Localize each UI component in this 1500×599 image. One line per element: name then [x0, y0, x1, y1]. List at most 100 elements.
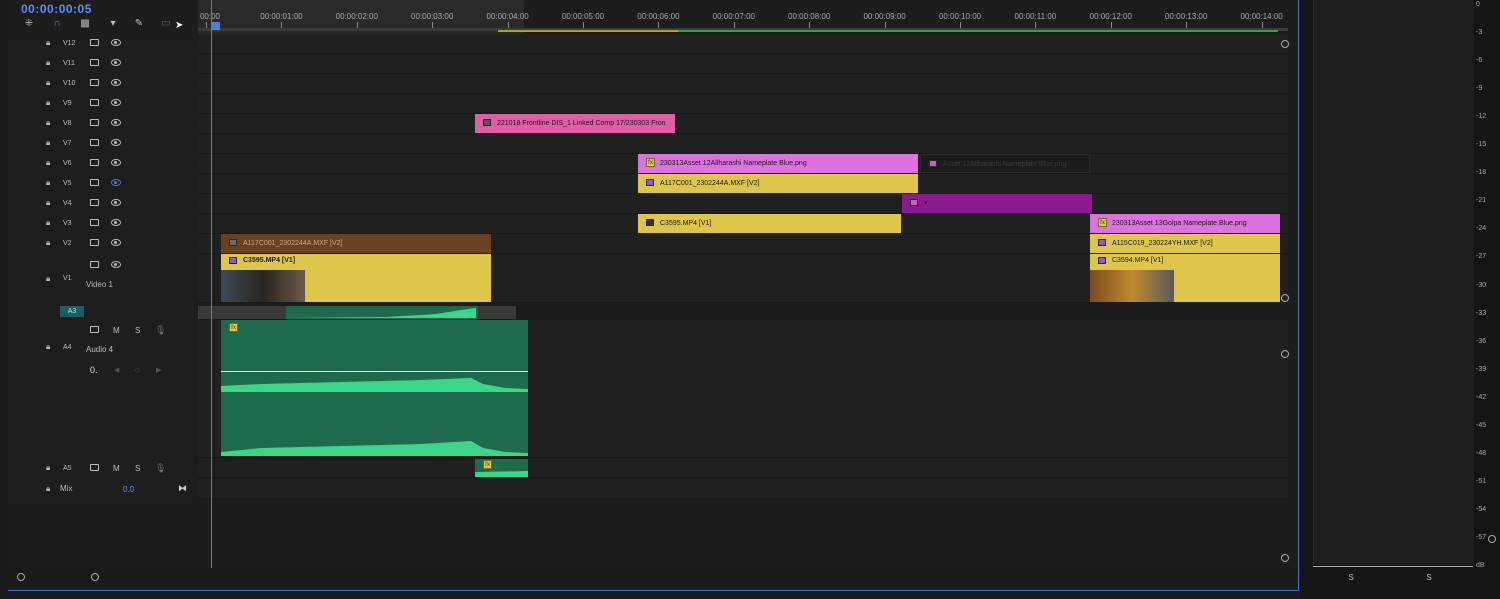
- clip-v2-a115[interactable]: A115C019_230224YH.MXF [V2]: [1090, 234, 1280, 253]
- sync-lock-icon[interactable]: [90, 199, 99, 206]
- sync-lock-icon[interactable]: [90, 79, 99, 86]
- lock-icon[interactable]: 🔒︎: [46, 38, 54, 47]
- magnet-icon[interactable]: ∩: [50, 18, 64, 30]
- lock-icon[interactable]: 🔒︎: [46, 463, 54, 472]
- microphone-icon[interactable]: 🎙︎: [155, 463, 166, 474]
- lock-icon[interactable]: 🔒︎: [46, 274, 54, 283]
- lock-icon[interactable]: 🔒︎: [46, 118, 54, 127]
- scroll-handle-right[interactable]: [91, 573, 99, 581]
- zoom-handle[interactable]: [1281, 554, 1289, 562]
- sync-lock-icon[interactable]: [90, 261, 99, 268]
- clip-v5-mxf[interactable]: A117C001_2302244A.MXF [V2]: [638, 174, 918, 193]
- clip-v3-nameplate[interactable]: fx 230313Asset 13Golpa Nameplate Blue.png: [1090, 214, 1280, 233]
- sync-lock-icon[interactable]: [90, 119, 99, 126]
- horizontal-scrollbar[interactable]: [8, 568, 1298, 586]
- playhead-timecode[interactable]: 00:00:00:05: [21, 2, 92, 16]
- sync-lock-icon[interactable]: [90, 464, 99, 471]
- track-lane[interactable]: [198, 134, 1288, 154]
- lock-icon[interactable]: 🔒︎: [46, 484, 54, 493]
- go-to-end-icon[interactable]: ⧓: [178, 483, 187, 494]
- a3-source-badge[interactable]: A3: [60, 306, 84, 317]
- clip-a3-audio[interactable]: [286, 306, 478, 319]
- track-v11[interactable]: 🔒︎ V11: [8, 54, 196, 74]
- solo-left-button[interactable]: S: [1346, 573, 1356, 582]
- track-v9[interactable]: 🔒︎ V9: [8, 94, 196, 114]
- solo-right-button[interactable]: S: [1424, 573, 1434, 582]
- sync-lock-icon[interactable]: [90, 139, 99, 146]
- volume-knob[interactable]: 0.: [90, 365, 98, 375]
- track-v10[interactable]: 🔒︎ V10: [8, 74, 196, 94]
- eye-icon[interactable]: [111, 199, 121, 206]
- track-v7[interactable]: 🔒︎ V7: [8, 134, 196, 154]
- track-lane[interactable]: [198, 34, 1288, 54]
- scroll-handle-left[interactable]: [17, 573, 25, 581]
- track-lane[interactable]: [198, 54, 1288, 74]
- sync-lock-icon[interactable]: [90, 326, 99, 333]
- mute-button[interactable]: M: [113, 326, 120, 335]
- eye-icon[interactable]: [111, 139, 121, 146]
- track-v5[interactable]: 🔒︎ V5: [8, 174, 196, 194]
- track-lane[interactable]: [198, 194, 1288, 214]
- sync-lock-icon[interactable]: [90, 239, 99, 246]
- track-v2[interactable]: 🔒︎ V2: [8, 234, 196, 254]
- clip-v6-nameplate[interactable]: fx 230313Asset 12Allharashi Nameplate Blu…: [638, 154, 918, 173]
- track-lane[interactable]: [198, 459, 1288, 478]
- track-mix[interactable]: 🔒︎ Mix 0.0 ⧓: [8, 480, 196, 498]
- track-v8[interactable]: 🔒︎ V8: [8, 114, 196, 134]
- track-lane[interactable]: [198, 94, 1288, 114]
- lock-icon[interactable]: 🔒︎: [46, 178, 54, 187]
- track-lane[interactable]: [198, 114, 1288, 134]
- zoom-handle[interactable]: [1281, 294, 1289, 302]
- playhead-handle[interactable]: [212, 22, 220, 30]
- eye-icon[interactable]: [111, 59, 121, 66]
- marker-icon[interactable]: ▾: [106, 18, 120, 30]
- track-v12[interactable]: 🔒︎ V12: [8, 34, 196, 54]
- eye-icon[interactable]: [111, 159, 121, 166]
- microphone-icon[interactable]: 🎙︎: [155, 325, 166, 336]
- eye-icon[interactable]: [111, 239, 121, 246]
- track-v3[interactable]: 🔒︎ V3: [8, 214, 196, 234]
- prev-keyframe-icon[interactable]: ◀: [114, 366, 119, 374]
- eye-icon[interactable]: [111, 219, 121, 226]
- snap-icon[interactable]: ⁜: [22, 18, 36, 30]
- clip-a4-audio[interactable]: fx: [221, 320, 528, 456]
- track-v4[interactable]: 🔒︎ V4: [8, 194, 196, 214]
- sync-lock-icon[interactable]: [90, 99, 99, 106]
- track-lane[interactable]: [198, 74, 1288, 94]
- meter-handle[interactable]: [1488, 535, 1496, 543]
- zoom-handle[interactable]: [1281, 350, 1289, 358]
- clip-v6-dim[interactable]: Asset 12Allharashi Nameplate Blue.png: [920, 154, 1090, 173]
- mix-volume[interactable]: 0.0: [123, 485, 134, 494]
- clip-v8-comp[interactable]: 221018 Frontline DIS_1 Linked Comp 17/23…: [475, 114, 675, 133]
- eye-icon[interactable]: [111, 261, 121, 268]
- next-keyframe-icon[interactable]: ▶: [156, 366, 161, 374]
- lock-icon[interactable]: 🔒︎: [46, 158, 54, 167]
- clip-v3-c3595[interactable]: C3595.MP4 [V1]: [638, 214, 901, 233]
- sync-lock-icon[interactable]: [90, 219, 99, 226]
- time-ruler[interactable]: 00:00 00:00:01:00 00:00:02:00 00:00:03:00 00…: [198, 0, 1288, 35]
- lock-icon[interactable]: 🔒︎: [46, 218, 54, 227]
- sync-lock-icon[interactable]: [90, 179, 99, 186]
- track-v1[interactable]: 🔒︎ V1 Video 1: [8, 254, 196, 302]
- track-a5[interactable]: 🔒︎ A5 M S 🎙︎: [8, 459, 196, 479]
- captions-icon[interactable]: ▭: [159, 18, 173, 30]
- sync-lock-icon[interactable]: [90, 159, 99, 166]
- solo-button[interactable]: S: [135, 326, 140, 335]
- linked-selection-icon[interactable]: ▩: [78, 18, 92, 30]
- add-keyframe-icon[interactable]: ◇: [135, 366, 140, 374]
- solo-button[interactable]: S: [135, 464, 140, 473]
- lock-icon[interactable]: 🔒︎: [46, 238, 54, 247]
- clip-a5-audio[interactable]: fx: [475, 459, 528, 477]
- lock-icon[interactable]: 🔒︎: [46, 58, 54, 67]
- eye-icon[interactable]: [111, 119, 121, 126]
- zoom-handle[interactable]: [1281, 40, 1289, 48]
- track-v6[interactable]: 🔒︎ V6: [8, 154, 196, 174]
- eye-icon[interactable]: [111, 39, 121, 46]
- track-a4[interactable]: M S 🎙︎ 🔒︎ A4 Audio 4 0. ◀ ◇ ▶: [8, 320, 196, 460]
- sync-lock-icon[interactable]: [90, 39, 99, 46]
- eye-icon[interactable]: [111, 79, 121, 86]
- wrench-icon[interactable]: ✎: [132, 18, 146, 30]
- lock-icon[interactable]: 🔒︎: [46, 78, 54, 87]
- lock-icon[interactable]: 🔒︎: [46, 198, 54, 207]
- sync-lock-icon[interactable]: [90, 59, 99, 66]
